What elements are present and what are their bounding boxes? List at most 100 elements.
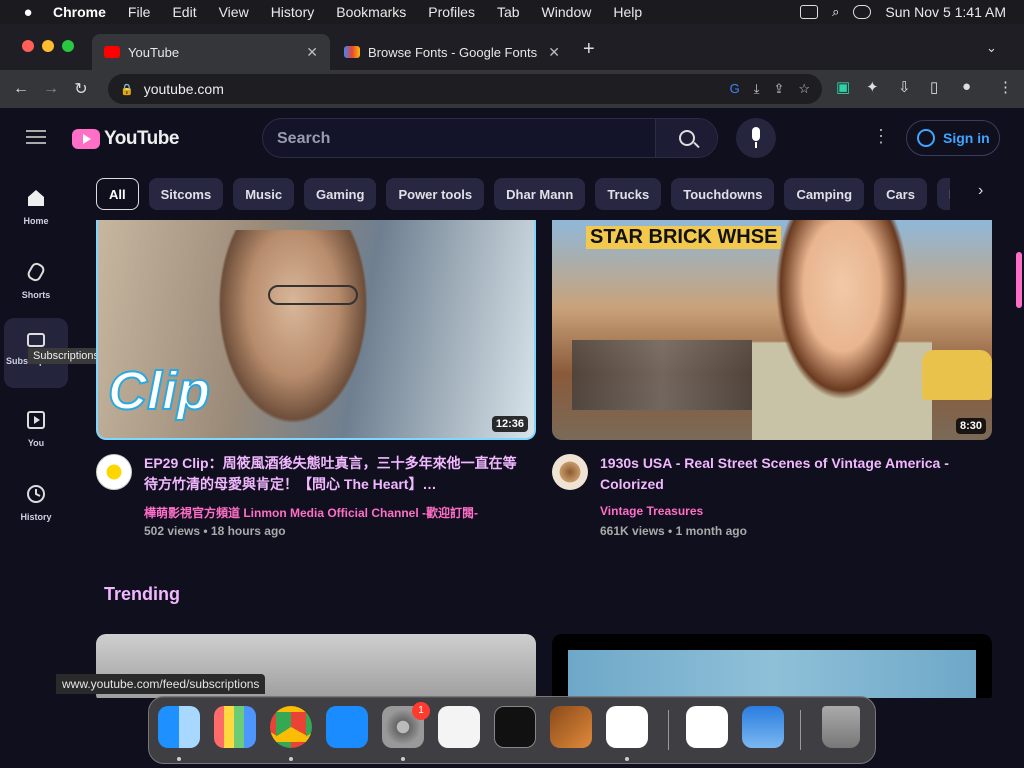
sign-in-button[interactable]: Sign in <box>906 120 1000 156</box>
lock-icon[interactable]: 🔒 <box>120 83 134 96</box>
chip-power-tools[interactable]: Power tools <box>386 178 485 210</box>
tab-search-chevron-icon[interactable]: ⌄ <box>986 40 997 56</box>
running-indicator <box>177 757 181 761</box>
video-title[interactable]: 1930s USA - Real Street Scenes of Vintag… <box>600 453 980 495</box>
page-scrollbar-thumb[interactable] <box>1016 252 1022 308</box>
youtube-favicon-icon <box>104 46 120 58</box>
chip-cars[interactable]: Cars <box>874 178 927 210</box>
menu-window[interactable]: Window <box>542 4 592 20</box>
person-figure <box>208 230 378 438</box>
reload-button[interactable]: ↻ <box>66 79 96 99</box>
video-channel-name[interactable]: 樺萌影視官方頻道 Linmon Media Official Channel -… <box>144 504 524 521</box>
search-box <box>262 118 718 158</box>
menu-clock[interactable]: Sun Nov 5 1:41 AM <box>885 4 1006 20</box>
menu-edit[interactable]: Edit <box>172 4 196 20</box>
control-center-icon[interactable] <box>853 5 872 19</box>
menu-app-name[interactable]: Chrome <box>53 4 106 20</box>
menu-help[interactable]: Help <box>613 4 642 20</box>
trending-thumbnail[interactable] <box>552 634 992 698</box>
profile-icon[interactable]: ● <box>962 78 971 95</box>
chip-gaming[interactable]: Gaming <box>304 178 377 210</box>
address-bar[interactable]: 🔒 youtube.com G ⤓ ⇪ ☆ <box>108 74 822 104</box>
google-fonts-favicon-icon <box>344 46 360 58</box>
finder-icon[interactable] <box>158 706 200 748</box>
channel-avatar[interactable] <box>552 454 588 490</box>
youtube-play-icon <box>72 129 100 149</box>
channel-avatar[interactable] <box>96 454 132 490</box>
history-icon <box>27 485 45 503</box>
spotlight-icon[interactable]: ⌕ <box>832 4 839 20</box>
chip-pop[interactable]: Pop <box>936 178 950 210</box>
youtube-logo[interactable]: YouTube <box>72 128 179 150</box>
chip-music[interactable]: Music <box>233 178 295 210</box>
app-store-icon[interactable] <box>326 706 368 748</box>
forward-button[interactable]: → <box>36 80 66 98</box>
maximize-window-button[interactable] <box>62 40 74 52</box>
search-button[interactable] <box>655 119 717 157</box>
video-title[interactable]: EP29 Clip：周筱風酒後失態吐真言，三十多年來他一直在等待方竹清的母愛與肯… <box>144 453 524 495</box>
bookmark-star-icon[interactable]: ☆ <box>798 81 810 97</box>
chip-camping[interactable]: Camping <box>784 178 865 210</box>
tab-title: YouTube <box>128 44 180 60</box>
side-panel-icon[interactable]: ▯ <box>930 78 938 96</box>
sidebar-item-home[interactable]: Home <box>4 178 68 248</box>
install-app-icon[interactable]: ⤓ <box>754 81 760 97</box>
chip-touchdowns[interactable]: Touchdowns <box>671 178 775 210</box>
visual-studio-icon[interactable] <box>686 706 728 748</box>
sidebar-item-you[interactable]: You <box>4 400 68 470</box>
extensions-puzzle-icon[interactable]: ✦ <box>866 78 879 96</box>
chip-all[interactable]: All <box>96 178 139 210</box>
launchpad-icon[interactable] <box>214 706 256 748</box>
hamburger-menu-icon[interactable] <box>26 130 46 144</box>
close-tab-icon[interactable]: ✕ <box>306 44 318 61</box>
textedit-icon[interactable] <box>438 706 480 748</box>
shorts-icon <box>27 262 45 282</box>
chrome-menu-icon[interactable]: ⋮ <box>998 78 1013 96</box>
menu-profiles[interactable]: Profiles <box>428 4 475 20</box>
user-avatar-icon <box>917 129 935 147</box>
chip-sitcoms[interactable]: Sitcoms <box>148 178 224 210</box>
sidebar-item-shorts[interactable]: Shorts <box>4 252 68 322</box>
trash-icon[interactable] <box>822 706 860 748</box>
sidebar-item-history[interactable]: History <box>4 474 68 544</box>
apple-icon[interactable]: ● <box>17 4 39 21</box>
voice-search-mic-icon[interactable] <box>736 118 776 158</box>
chip-trucks[interactable]: Trucks <box>595 178 662 210</box>
chips-next-chevron-icon[interactable]: › <box>978 182 983 200</box>
weather-icon[interactable] <box>742 706 784 748</box>
tab-google-fonts[interactable]: Browse Fonts - Google Fonts ✕ <box>332 34 572 70</box>
display-icon[interactable] <box>800 5 819 19</box>
settings-dots-icon[interactable]: ⋮ <box>872 126 890 147</box>
share-icon[interactable]: ⇪ <box>773 81 784 97</box>
address-url[interactable]: youtube.com <box>144 81 224 97</box>
tab-youtube[interactable]: YouTube ✕ <box>92 34 330 70</box>
chrome-icon[interactable] <box>270 706 312 748</box>
menu-view[interactable]: View <box>219 4 249 20</box>
menu-bookmarks[interactable]: Bookmarks <box>336 4 406 20</box>
close-tab-icon[interactable]: ✕ <box>548 44 560 61</box>
menu-tab[interactable]: Tab <box>497 4 520 20</box>
garageband-icon[interactable] <box>550 706 592 748</box>
terminal-icon[interactable] <box>494 706 536 748</box>
back-button[interactable]: ← <box>6 80 36 98</box>
chip-dhar-mann[interactable]: Dhar Mann <box>494 178 586 210</box>
vscode-icon[interactable] <box>606 706 648 748</box>
video-thumbnail[interactable]: Clip 12:36 <box>96 220 536 440</box>
downloads-icon[interactable]: ⇩ <box>898 78 911 96</box>
minimize-window-button[interactable] <box>42 40 54 52</box>
sidebar-label: Home <box>23 216 49 226</box>
dock-divider <box>668 710 669 750</box>
clip-overlay-text: Clip <box>107 360 211 422</box>
running-indicator <box>289 757 293 761</box>
menu-history[interactable]: History <box>271 4 315 20</box>
running-indicator <box>401 757 405 761</box>
extension-badge-icon[interactable]: ▣ <box>836 78 850 96</box>
close-window-button[interactable] <box>22 40 34 52</box>
video-channel-name[interactable]: Vintage Treasures <box>600 504 703 518</box>
tab-title: Browse Fonts - Google Fonts <box>368 44 538 60</box>
google-lens-icon[interactable]: G <box>730 81 740 97</box>
video-thumbnail[interactable]: STAR BRICK WHSE 8:30 <box>552 220 992 440</box>
menu-file[interactable]: File <box>128 4 151 20</box>
new-tab-button[interactable]: + <box>583 38 595 61</box>
search-input[interactable] <box>277 128 647 150</box>
